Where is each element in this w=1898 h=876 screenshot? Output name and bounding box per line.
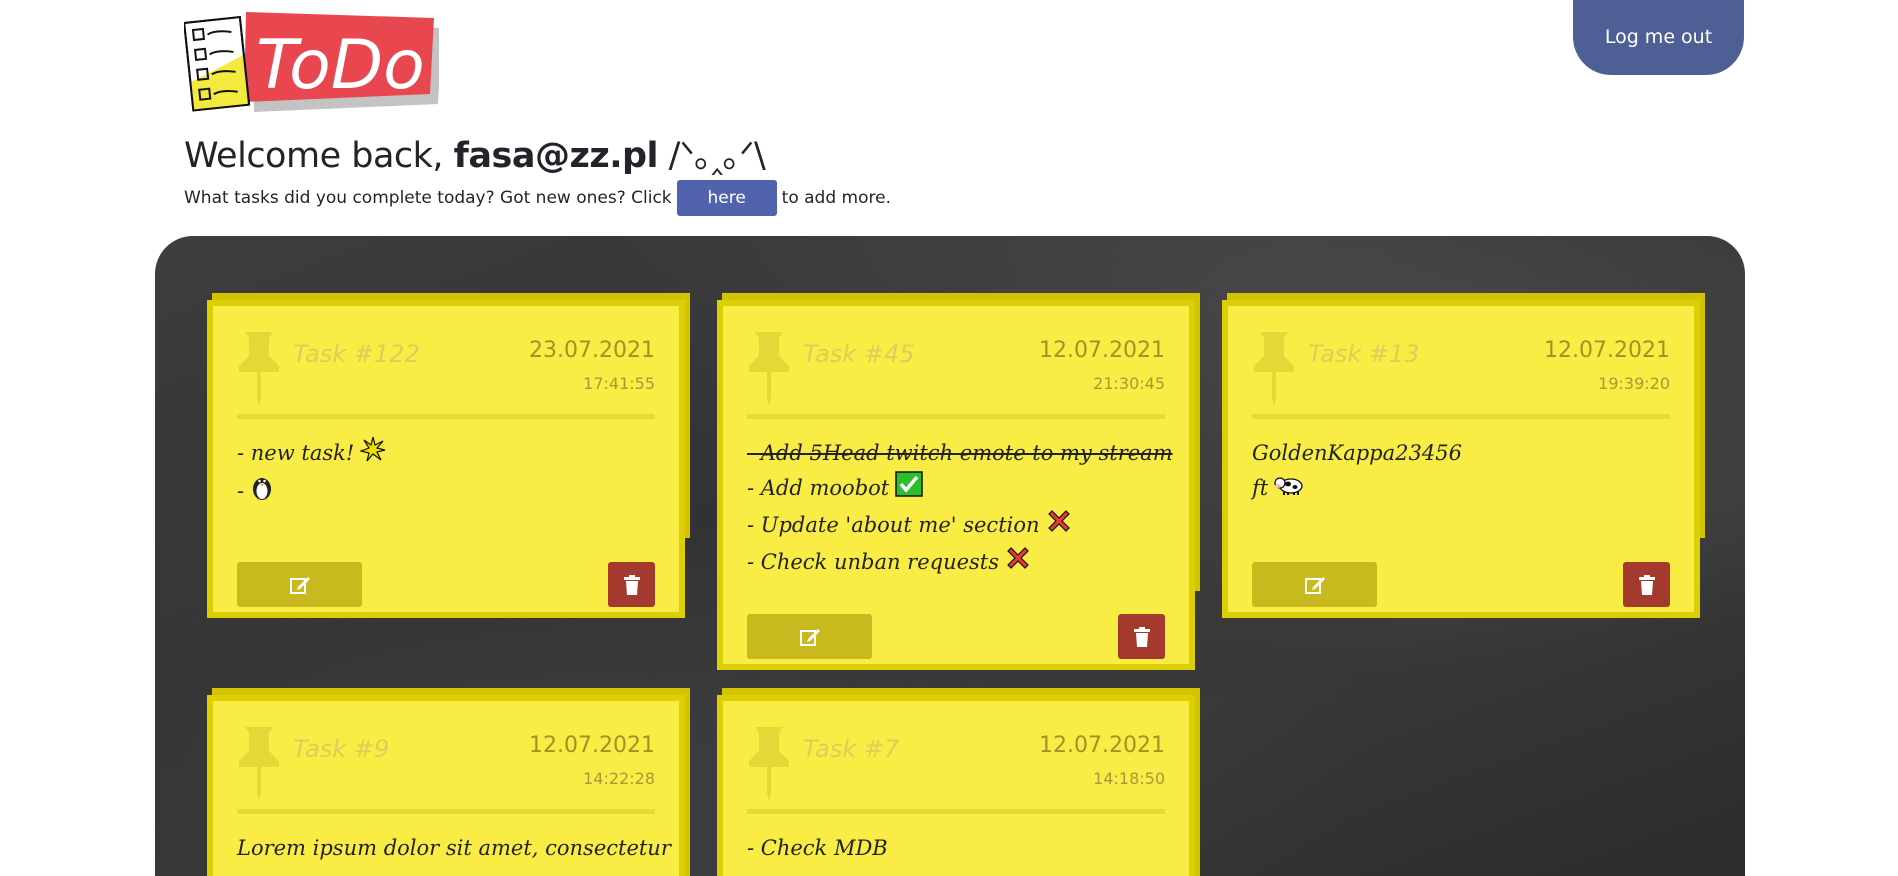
task-line: - Add moobot (747, 471, 1165, 508)
divider (1252, 414, 1670, 419)
task-date: 12.07.2021 (1039, 733, 1165, 758)
edit-icon (799, 628, 820, 646)
task-line: Lorem ipsum dolor sit amet, consectetur (237, 836, 671, 860)
task-line: - Check unban requests (747, 545, 1165, 582)
todo-logo[interactable]: ToDo (183, 8, 442, 118)
task-line-done: - Add 5Head twitch emote to my stream (747, 441, 1173, 465)
cross-mark-icon (1005, 545, 1031, 582)
delete-button[interactable] (1623, 562, 1670, 607)
task-card: Task #122 23.07.2021 17:41:55 - new task… (207, 292, 693, 618)
delete-button[interactable] (1118, 614, 1165, 659)
task-time: 19:39:20 (1598, 374, 1670, 393)
task-card: Task #7 12.07.2021 14:18:50 - Check MDB (717, 687, 1203, 876)
pushpin-icon (749, 727, 789, 801)
welcome-prefix: Welcome back, (184, 136, 454, 176)
task-card: Task #13 12.07.2021 19:39:20 GoldenKappa… (1222, 292, 1708, 618)
prompt-after: to add more. (781, 188, 891, 208)
cow-icon (1274, 472, 1304, 507)
delete-button[interactable] (608, 562, 655, 607)
task-card: Task #45 12.07.2021 21:30:45 - Add 5Head… (717, 292, 1203, 670)
task-line: - Check MDB (747, 836, 888, 860)
task-content: GoldenKappa23456 ft (1252, 436, 1670, 507)
welcome-heading: Welcome back, fasa@zz.pl /ᐠ｡‸｡ᐟ\ (184, 127, 766, 178)
check-mark-icon (895, 471, 923, 508)
task-line: - (237, 473, 655, 512)
task-date: 12.07.2021 (1039, 338, 1165, 363)
task-content: - Add 5Head twitch emote to my stream - … (747, 436, 1173, 582)
task-date: 12.07.2021 (529, 733, 655, 758)
task-content: - new task! - (237, 436, 655, 512)
edit-button[interactable] (1252, 562, 1377, 607)
divider (237, 809, 655, 814)
pushpin-icon (749, 332, 789, 406)
task-board: Task #122 23.07.2021 17:41:55 - new task… (155, 236, 1745, 876)
edit-icon (1304, 576, 1325, 594)
task-title: Task #45 (803, 340, 915, 368)
task-date: 12.07.2021 (1544, 338, 1670, 363)
penguin-icon (250, 473, 274, 512)
edit-button[interactable] (747, 614, 872, 659)
task-date: 23.07.2021 (529, 338, 655, 363)
trash-icon (623, 574, 640, 595)
task-time: 21:30:45 (1093, 374, 1165, 393)
cross-mark-icon (1046, 508, 1072, 545)
divider (747, 414, 1165, 419)
task-line: GoldenKappa23456 (1252, 441, 1462, 465)
task-time: 17:41:55 (583, 374, 655, 393)
prompt-before: What tasks did you complete today? Got n… (184, 188, 672, 208)
task-card: Task #9 12.07.2021 14:22:28 Lorem ipsum … (207, 687, 693, 876)
task-time: 14:18:50 (1093, 769, 1165, 788)
logo-text: ToDo (256, 26, 425, 105)
task-content: Lorem ipsum dolor sit amet, consectetur (237, 831, 671, 866)
task-line: - Update 'about me' section (747, 508, 1165, 545)
divider (747, 809, 1165, 814)
pushpin-icon (239, 727, 279, 801)
task-title: Task #13 (1308, 340, 1420, 368)
divider (237, 414, 655, 419)
logout-button[interactable]: Log me out (1573, 0, 1744, 75)
trash-icon (1638, 574, 1655, 595)
welcome-emoticon: /ᐠ｡‸｡ᐟ\ (658, 136, 766, 176)
edit-icon (289, 576, 310, 594)
task-title: Task #7 (803, 735, 900, 763)
task-title: Task #122 (293, 340, 420, 368)
pushpin-icon (239, 332, 279, 406)
task-line: ft (1252, 471, 1670, 507)
trash-icon (1133, 626, 1150, 647)
pushpin-icon (1254, 332, 1294, 406)
task-content: - Check MDB (747, 831, 1165, 866)
task-time: 14:22:28 (583, 769, 655, 788)
task-line: - new task! (237, 436, 655, 473)
add-task-button[interactable]: here (676, 180, 777, 216)
sparkle-icon (359, 436, 386, 473)
task-title: Task #9 (293, 735, 390, 763)
add-task-prompt: What tasks did you complete today? Got n… (184, 180, 891, 216)
edit-button[interactable] (237, 562, 362, 607)
user-email: fasa@zz.pl (453, 136, 659, 176)
